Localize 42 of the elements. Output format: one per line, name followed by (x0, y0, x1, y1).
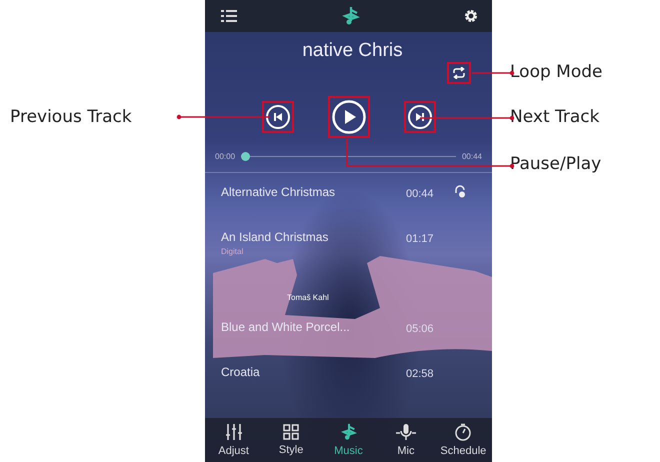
previous-track-button[interactable] (262, 101, 294, 133)
callout-label: Loop Mode (510, 61, 602, 83)
settings-icon[interactable] (464, 9, 478, 23)
skip-forward-icon (408, 105, 432, 129)
elapsed-time: 00:00 (215, 152, 236, 160)
repeat-icon (452, 67, 466, 79)
loop-button[interactable] (447, 62, 471, 84)
track-title: Blue and White Porcel... (221, 320, 351, 334)
nav-tab[interactable]: Mic (377, 421, 435, 459)
track-duration: 02:58 (406, 367, 435, 380)
total-time: 00:44 (462, 152, 482, 160)
progress-thumb[interactable] (241, 152, 250, 160)
grid-icon (283, 424, 300, 440)
track-duration: 00:44 (406, 187, 435, 200)
callout-label: Next Track (510, 106, 600, 128)
play-icon (332, 100, 366, 134)
track-duration: 05:06 (406, 322, 435, 335)
track-duration: 01:17 (406, 232, 435, 245)
track-title: Alternative Christmas (221, 185, 336, 199)
nav-tab[interactable]: Style (262, 422, 320, 458)
track-row[interactable]: Alternative Christmas 00:44 (205, 173, 492, 218)
skip-back-icon (266, 105, 290, 129)
sliders-icon (224, 423, 243, 441)
nav-tab[interactable]: Schedule (434, 421, 492, 459)
nav-tab[interactable]: Music (320, 421, 378, 459)
track-row[interactable]: Croatia 02:58 (205, 353, 492, 398)
microphone-icon (394, 423, 417, 441)
callout-label: Pause/Play (510, 153, 602, 175)
track-row[interactable]: An Island Christmas Digital 01:17 (205, 218, 492, 263)
music-note-icon (340, 423, 358, 441)
progress-slider[interactable] (241, 151, 456, 161)
song-title: native Chris (301, 40, 403, 61)
callout-label: Previous Track (10, 106, 132, 128)
music-note-logo-icon (342, 6, 360, 26)
track-title: Croatia (221, 365, 261, 379)
track-title: An Island Christmas (221, 230, 330, 244)
album-name: Digital (221, 247, 244, 256)
nav-tab[interactable]: Adjust (205, 421, 262, 459)
next-track-button[interactable] (404, 101, 436, 133)
play-button[interactable] (328, 96, 370, 138)
menu-icon[interactable] (221, 9, 237, 23)
stopwatch-icon (454, 423, 472, 441)
